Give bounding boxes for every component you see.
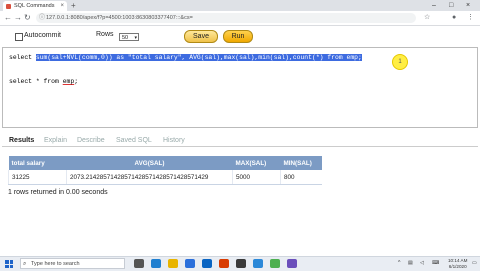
- rows-select-value: 50: [122, 35, 129, 41]
- tray-chevron-icon[interactable]: ^: [398, 257, 400, 270]
- chevron-down-icon: ▾: [134, 35, 137, 41]
- clock-date: 6/1/2020: [448, 264, 467, 269]
- header-avg-sal: AVG(SAL): [66, 156, 233, 170]
- header-max-sal: MAX(SAL): [232, 156, 281, 170]
- header-min-sal: MIN(SAL): [280, 156, 322, 170]
- minimize-button[interactable]: –: [432, 0, 436, 11]
- cell-max-sal: 5000: [232, 170, 281, 185]
- selected-query-text: sum(sal+NVL(comm,0)) as "total salary", …: [35, 54, 362, 61]
- store-icon[interactable]: [185, 259, 195, 268]
- table-name-emp: emp: [62, 78, 75, 85]
- taskbar-search-placeholder: Type here to search: [31, 261, 80, 267]
- address-bar[interactable]: ⓘ 127.0.0.1:8080/apex/f?p=4500:1003:8630…: [36, 13, 416, 23]
- save-button[interactable]: Save: [184, 30, 218, 43]
- task-view-icon[interactable]: [134, 259, 144, 268]
- table-row: 31225 2073.21428571428571428571428571428…: [8, 170, 322, 185]
- app-purple-icon[interactable]: [287, 259, 297, 268]
- notifications-icon[interactable]: ▭: [472, 257, 477, 270]
- bookmark-star-icon[interactable]: ☆: [424, 12, 430, 24]
- sql-editor[interactable]: select sum(sal+NVL(comm,0)) as "total sa…: [2, 47, 478, 128]
- close-tab-icon[interactable]: ×: [60, 1, 64, 11]
- new-tab-button[interactable]: +: [71, 0, 76, 11]
- reload-icon[interactable]: ↻: [24, 12, 31, 24]
- tab-results[interactable]: Results: [9, 136, 34, 146]
- search-icon: ⌕: [23, 261, 27, 267]
- maximize-button[interactable]: □: [449, 0, 453, 11]
- terminal-icon[interactable]: [236, 259, 246, 268]
- editor-line-2: select * from emp;: [9, 77, 78, 86]
- apex-favicon-icon: [6, 4, 11, 9]
- edge-icon[interactable]: [151, 259, 161, 268]
- mail-icon[interactable]: [202, 259, 212, 268]
- tab-explain[interactable]: Explain: [44, 136, 67, 146]
- cell-avg-sal: 2073.21428571428571428571428571428571429: [66, 170, 233, 185]
- tab-describe[interactable]: Describe: [77, 136, 105, 146]
- sql-controls-bar: Autocommit Rows 50 ▾ Save Run: [0, 26, 480, 48]
- taskbar-clock[interactable]: 10:14 AM 6/1/2020: [448, 258, 467, 270]
- app-icon[interactable]: [253, 259, 263, 268]
- office-icon[interactable]: [219, 259, 229, 268]
- windows-start-icon[interactable]: [5, 260, 13, 268]
- language-icon[interactable]: ⌨: [432, 257, 440, 270]
- forward-icon[interactable]: →: [14, 12, 22, 24]
- rows-label: Rows: [96, 31, 114, 38]
- tab-saved-sql[interactable]: Saved SQL: [116, 136, 152, 146]
- close-window-button[interactable]: ×: [466, 0, 470, 11]
- taskbar-search-input[interactable]: ⌕ Type here to search: [20, 258, 125, 269]
- windows-taskbar: ⌕ Type here to search ^ ▤ ◁ ⌨ 10:14 AM 6…: [0, 256, 480, 271]
- tab-title: SQL Commands: [14, 3, 55, 9]
- browser-toolbar: ← → ↻ ⓘ 127.0.0.1:8080/apex/f?p=4500:100…: [0, 11, 480, 26]
- table-header-row: total salary AVG(SAL) MAX(SAL) MIN(SAL): [8, 156, 322, 170]
- editor-line-1: select sum(sal+NVL(comm,0)) as "total sa…: [9, 53, 362, 62]
- volume-icon[interactable]: ◁: [420, 257, 424, 270]
- cell-total-salary: 31225: [8, 170, 67, 185]
- chrome-icon[interactable]: [270, 259, 280, 268]
- header-total-salary: total salary: [8, 156, 67, 170]
- browser-tab[interactable]: SQL Commands ×: [3, 1, 67, 11]
- line2-suffix: ;: [74, 78, 79, 85]
- autocommit-checkbox[interactable]: [15, 33, 23, 41]
- profile-icon[interactable]: ●: [452, 12, 456, 24]
- cell-min-sal: 800: [280, 170, 322, 185]
- run-button[interactable]: Run: [223, 30, 253, 43]
- select-keyword: select: [9, 54, 36, 61]
- browser-tab-strip: SQL Commands × + – □ ×: [0, 0, 480, 11]
- results-tabs: Results Explain Describe Saved SQL Histo…: [0, 133, 480, 147]
- tab-history[interactable]: History: [163, 136, 185, 146]
- back-icon[interactable]: ←: [4, 12, 12, 24]
- line2-prefix: select * from: [9, 78, 63, 85]
- cursor-click-marker: 1: [392, 54, 408, 70]
- site-info-icon[interactable]: ⓘ: [39, 13, 45, 23]
- rows-returned-message: 1 rows returned in 0.00 seconds: [8, 189, 108, 196]
- results-divider: [2, 146, 478, 147]
- url-text: 127.0.0.1:8080/apex/f?p=4500:1003:863080…: [46, 15, 193, 21]
- results-table: total salary AVG(SAL) MAX(SAL) MIN(SAL) …: [8, 156, 322, 185]
- menu-icon[interactable]: ⋮: [467, 12, 474, 24]
- autocommit-label: Autocommit: [24, 32, 61, 39]
- network-icon[interactable]: ▤: [408, 257, 413, 270]
- rows-select[interactable]: 50 ▾: [119, 33, 139, 41]
- file-explorer-icon[interactable]: [168, 259, 178, 268]
